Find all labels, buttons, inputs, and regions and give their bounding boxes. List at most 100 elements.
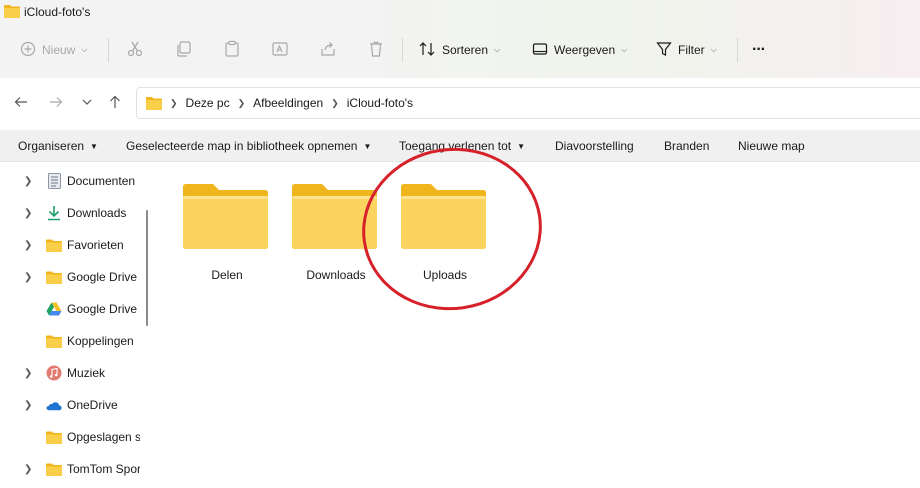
cloud-icon: [46, 397, 62, 413]
sidebar-item-label: Koppelingen: [67, 334, 134, 348]
share-with-menu[interactable]: Toegang verlenen tot ▼: [399, 130, 525, 162]
folder-icon: [46, 269, 62, 285]
chevron-down-icon: ⌵: [710, 45, 717, 54]
share-icon: [319, 40, 337, 61]
chevron-right-icon: ❯: [170, 97, 178, 108]
folder-name: Delen: [211, 268, 243, 282]
sidebar-item-google-drive[interactable]: Google Drive: [0, 293, 140, 325]
filter-icon: [656, 41, 672, 60]
sidebar-item-tomtom[interactable]: ❯ TomTom Spor: [0, 453, 140, 485]
sidebar-item-favorieten[interactable]: ❯ Favorieten: [0, 229, 140, 261]
forward-button[interactable]: [45, 92, 67, 114]
scissors-icon: [126, 40, 144, 61]
chevron-right-icon[interactable]: ❯: [24, 261, 32, 293]
burn-button[interactable]: Branden: [664, 130, 709, 162]
sidebar-scrollbar[interactable]: [146, 210, 148, 326]
breadcrumb-icloud-fotos[interactable]: iCloud-foto's: [347, 96, 413, 110]
sidebar-item-label: Google Drive: [67, 270, 138, 284]
document-icon: [46, 173, 62, 189]
paste-button[interactable]: [223, 30, 241, 70]
delete-button[interactable]: [367, 30, 385, 70]
share-with-label: Toegang verlenen tot: [399, 139, 512, 153]
chevron-right-icon: ❯: [237, 97, 246, 108]
sidebar-item-google-drive-folder[interactable]: ❯ Google Drive: [0, 261, 140, 293]
chevron-right-icon[interactable]: ❯: [24, 165, 32, 197]
organize-label: Organiseren: [18, 139, 85, 153]
navigation-pane: ❯ Documenten ❯ Downloads ❯ Favorieten ❯ …: [0, 162, 150, 488]
view-icon: [532, 42, 548, 59]
copy-icon: [175, 40, 193, 61]
folder-icon: [46, 333, 62, 349]
include-in-library-menu[interactable]: Geselecteerde map in bibliotheek opnemen…: [126, 130, 371, 162]
sidebar-item-muziek[interactable]: ❯ Muziek: [0, 357, 140, 389]
back-button[interactable]: [10, 92, 32, 114]
share-button[interactable]: [319, 30, 337, 70]
folder-icon: [292, 182, 378, 253]
new-folder-button[interactable]: Nieuwe map: [738, 130, 805, 162]
chevron-right-icon[interactable]: ❯: [24, 229, 32, 261]
sidebar-item-onedrive[interactable]: ❯ OneDrive: [0, 389, 140, 421]
download-icon: [46, 205, 62, 221]
sidebar-item-label: Opgeslagen s: [67, 430, 140, 444]
view-button[interactable]: Weergeven ⌵: [532, 30, 627, 70]
address-bar[interactable]: ❯ Deze pc ❯ Afbeeldingen ❯ iCloud-foto's: [136, 87, 920, 119]
breadcrumb-afbeeldingen[interactable]: Afbeeldingen: [253, 96, 323, 110]
title-bar: iCloud-foto's: [0, 0, 90, 24]
folder-item-delen[interactable]: Delen: [177, 176, 277, 286]
sidebar-item-koppelingen[interactable]: Koppelingen: [0, 325, 140, 357]
chevron-right-icon: ❯: [331, 97, 339, 108]
arrow-up-icon: [108, 95, 122, 112]
sidebar-item-label: OneDrive: [67, 398, 118, 412]
more-options-button[interactable]: ···: [752, 30, 766, 70]
folder-icon: [183, 182, 269, 253]
organize-menu[interactable]: Organiseren ▼: [18, 130, 98, 162]
chevron-down-icon: ⌵: [494, 45, 501, 54]
new-button[interactable]: Nieuw ⌵: [20, 30, 87, 70]
filter-label: Filter: [678, 43, 705, 57]
chevron-right-icon[interactable]: ❯: [24, 197, 32, 229]
folder-item-uploads[interactable]: Uploads: [395, 176, 495, 286]
view-label: Weergeven: [554, 43, 616, 57]
sidebar-item-label: Muziek: [67, 366, 106, 380]
dropdown-arrow-icon: ▼: [363, 141, 372, 151]
ribbon-bar: Organiseren ▼ Geselecteerde map in biblio…: [0, 130, 920, 162]
copy-button[interactable]: [175, 30, 193, 70]
folder-icon: [4, 4, 20, 21]
slideshow-button[interactable]: Diavoorstelling: [555, 130, 634, 162]
folder-item-downloads[interactable]: Downloads: [286, 176, 386, 286]
sidebar-item-label: Downloads: [67, 206, 127, 220]
trash-icon: [367, 40, 385, 61]
rename-icon: [271, 40, 289, 61]
folder-icon: [401, 182, 487, 253]
top-bar: iCloud-foto's Nieuw ⌵ Sorteren ⌵ Weergev…: [0, 0, 920, 78]
divider: [737, 38, 738, 62]
sidebar-item-downloads[interactable]: ❯ Downloads: [0, 197, 140, 229]
folder-icon: [46, 429, 62, 445]
sidebar-item-opgeslagen[interactable]: Opgeslagen s: [0, 421, 140, 453]
up-button[interactable]: [104, 92, 126, 114]
sidebar-item-documenten[interactable]: ❯ Documenten: [0, 165, 140, 197]
window-title: iCloud-foto's: [24, 5, 91, 19]
music-icon: [46, 365, 62, 381]
folder-name: Downloads: [306, 268, 366, 282]
chevron-right-icon[interactable]: ❯: [24, 389, 32, 421]
filter-button[interactable]: Filter ⌵: [656, 30, 717, 70]
sidebar-item-label: TomTom Spor: [67, 462, 140, 476]
recent-locations-button[interactable]: [76, 92, 98, 114]
file-list: Delen Downloads Uploads: [150, 162, 920, 488]
cut-button[interactable]: [126, 30, 144, 70]
divider: [402, 38, 403, 62]
breadcrumb-deze-pc[interactable]: Deze pc: [186, 96, 230, 110]
chevron-right-icon[interactable]: ❯: [24, 453, 32, 485]
folder-icon: [46, 237, 62, 253]
sort-button[interactable]: Sorteren ⌵: [418, 30, 500, 70]
chevron-right-icon[interactable]: ❯: [24, 357, 32, 389]
sort-arrows-icon: [418, 41, 436, 60]
chevron-down-icon: ⌵: [621, 45, 628, 54]
folder-name: Uploads: [422, 268, 468, 282]
rename-button[interactable]: [271, 30, 289, 70]
arrow-right-icon: [49, 95, 63, 112]
dropdown-arrow-icon: ▼: [90, 141, 98, 151]
clipboard-icon: [223, 40, 241, 61]
sidebar-item-label: Google Drive: [67, 302, 138, 316]
